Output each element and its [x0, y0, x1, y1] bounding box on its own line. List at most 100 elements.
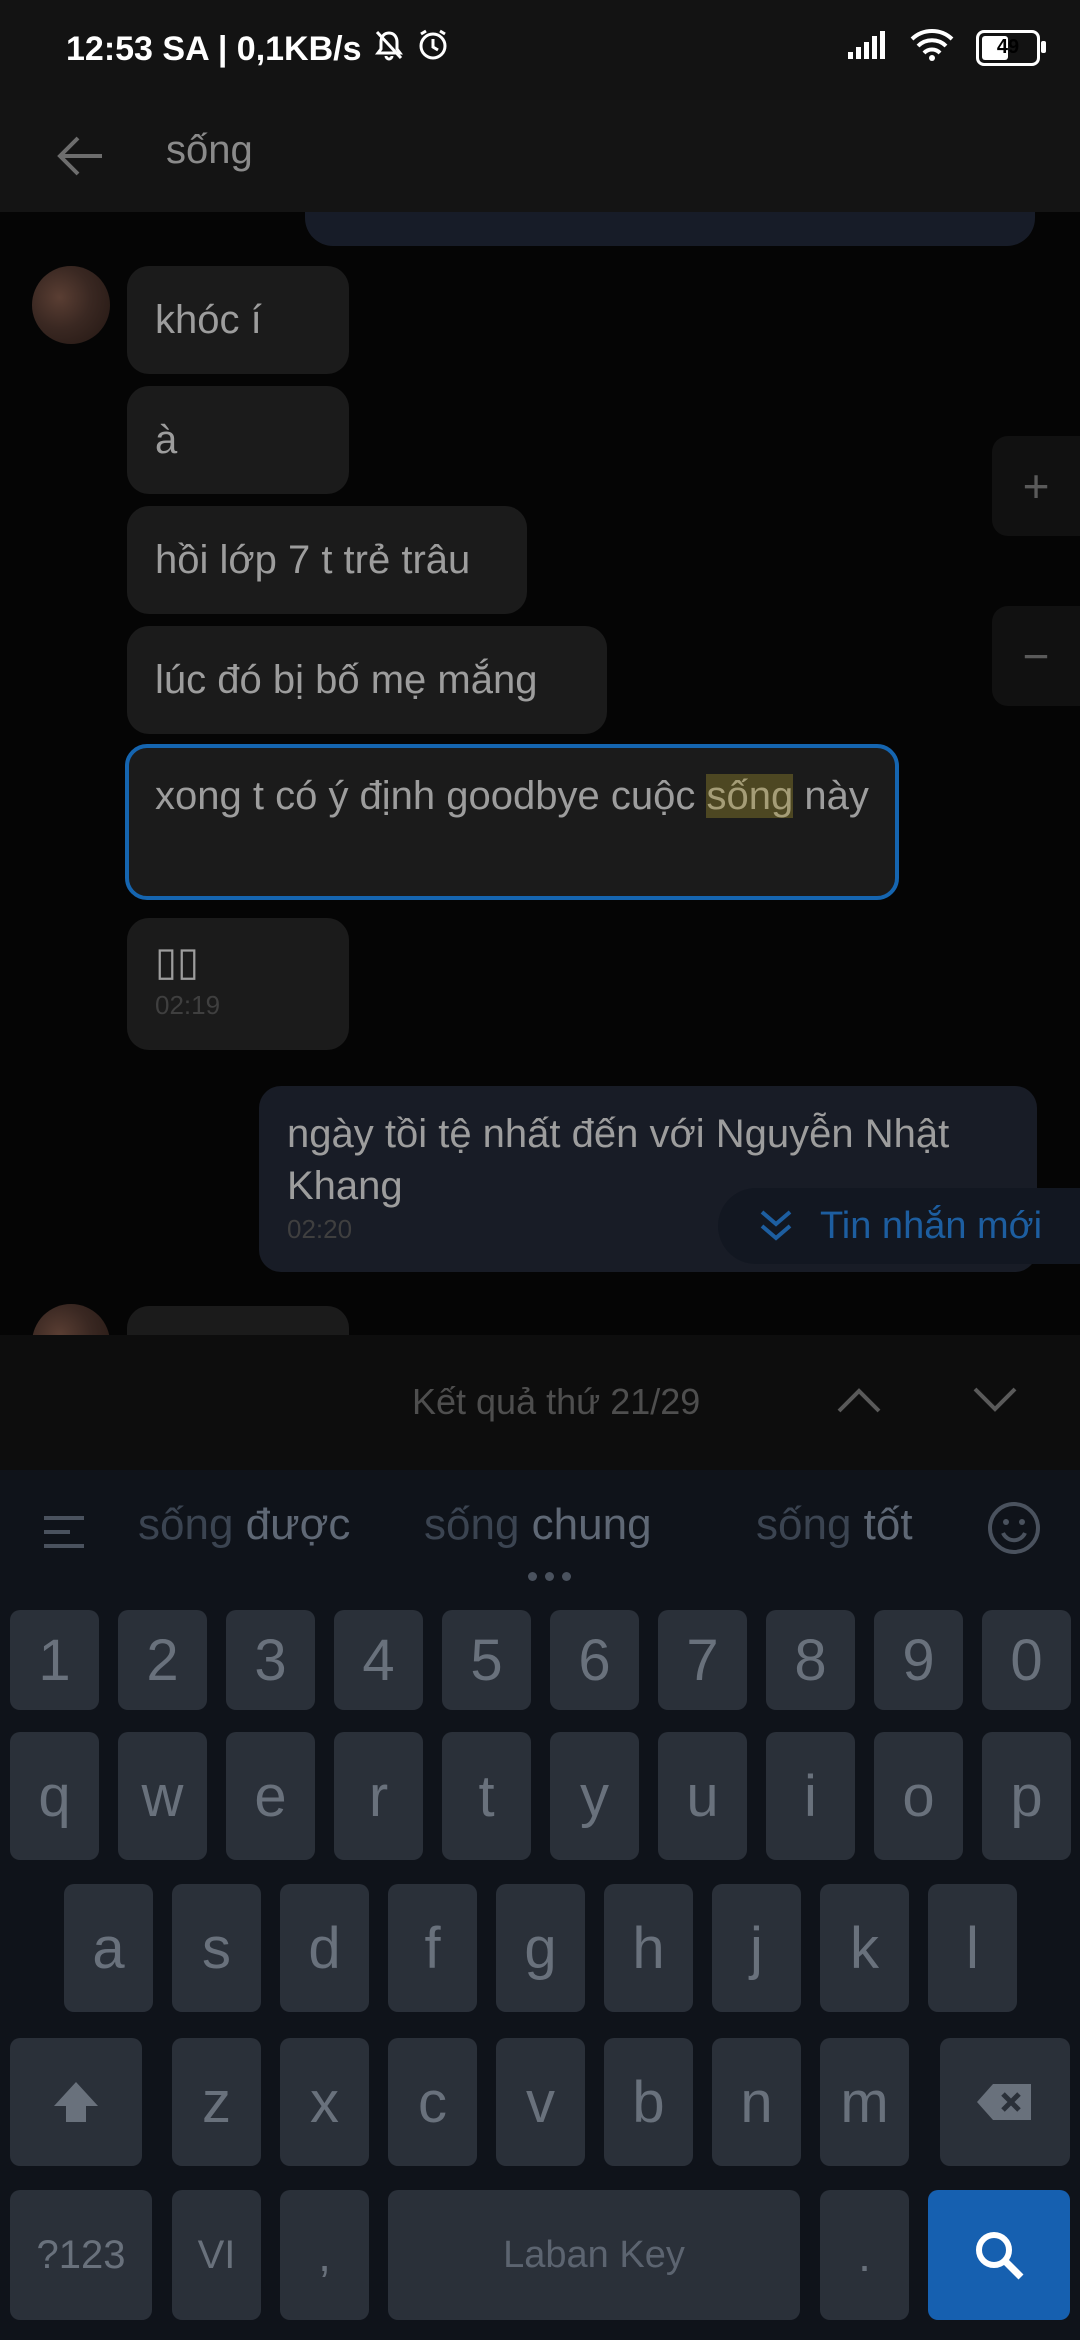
key-8[interactable]: 8 — [766, 1610, 855, 1710]
previous-result-button[interactable] — [824, 1365, 894, 1435]
message-text-continued: này — [793, 774, 869, 818]
key-label: Laban Key — [503, 2233, 685, 2276]
key-0[interactable]: 0 — [982, 1610, 1071, 1710]
key-label: b — [632, 2069, 665, 2135]
result-counter: Kết quả thứ 21/29 — [412, 1381, 701, 1422]
key-h[interactable]: h — [604, 1884, 693, 2012]
key-n[interactable]: n — [712, 2038, 801, 2166]
key-label: m — [840, 2069, 889, 2135]
message-bubble[interactable]: hồi lớp 7 t trẻ trâu — [127, 506, 527, 614]
key-e[interactable]: e — [226, 1732, 315, 1860]
avatar[interactable] — [32, 266, 110, 344]
wifi-icon — [910, 28, 954, 67]
zoom-out-button[interactable]: − — [992, 606, 1080, 706]
key-label: z — [202, 2069, 231, 2135]
emoji-icon[interactable] — [986, 1500, 1042, 1561]
message-bubble[interactable]: khóc í — [127, 266, 349, 374]
key-7[interactable]: 7 — [658, 1610, 747, 1710]
key-label: k — [850, 1915, 879, 1981]
key-label: h — [632, 1915, 665, 1981]
key-x[interactable]: x — [280, 2038, 369, 2166]
search-input[interactable]: sống — [166, 128, 253, 173]
status-left: 12:53 SA | 0,1KB/s — [66, 28, 450, 71]
next-result-button[interactable] — [960, 1365, 1030, 1435]
key-6[interactable]: 6 — [550, 1610, 639, 1710]
chat-area[interactable]: khóc í à hồi lớp 7 t trẻ trâu lúc đó bị … — [0, 212, 1080, 1335]
back-button[interactable] — [44, 120, 116, 192]
message-text: khóc í — [155, 298, 262, 342]
key-v[interactable]: v — [496, 2038, 585, 2166]
key-t[interactable]: t — [442, 1732, 531, 1860]
key-d[interactable]: d — [280, 1884, 369, 2012]
search-key[interactable] — [928, 2190, 1070, 2320]
key-label: r — [368, 1763, 389, 1829]
key-g[interactable]: g — [496, 1884, 585, 2012]
key-l[interactable]: l — [928, 1884, 1017, 2012]
key-label: p — [1010, 1763, 1043, 1829]
key-5[interactable]: 5 — [442, 1610, 531, 1710]
suggestion-prefix: sống — [424, 1500, 520, 1549]
previous-message-bubble[interactable] — [305, 212, 1035, 246]
comma-key[interactable]: , — [280, 2190, 369, 2320]
menu-icon[interactable] — [40, 1508, 88, 1561]
key-label: VI — [197, 2232, 236, 2277]
key-4[interactable]: 4 — [334, 1610, 423, 1710]
key-label: f — [424, 1915, 441, 1981]
message-bubble[interactable] — [127, 1306, 349, 1335]
key-s[interactable]: s — [172, 1884, 261, 2012]
key-y[interactable]: y — [550, 1732, 639, 1860]
minus-icon: − — [1022, 630, 1050, 682]
status-time-network: 12:53 SA | 0,1KB/s — [66, 30, 362, 68]
chevron-down-icon — [973, 1387, 1017, 1412]
key-label: 7 — [686, 1627, 719, 1693]
key-w[interactable]: w — [118, 1732, 207, 1860]
new-message-label: Tin nhắn mới — [820, 1204, 1043, 1247]
more-suggestions-icon[interactable] — [528, 1572, 571, 1581]
key-r[interactable]: r — [334, 1732, 423, 1860]
message-bubble[interactable]: lúc đó bị bố mẹ mắng — [127, 626, 607, 734]
zoom-in-button[interactable]: + — [992, 436, 1080, 536]
key-m[interactable]: m — [820, 2038, 909, 2166]
key-f[interactable]: f — [388, 1884, 477, 2012]
key-3[interactable]: 3 — [226, 1610, 315, 1710]
period-key[interactable]: . — [820, 2190, 909, 2320]
suggestion-1[interactable]: sống được — [138, 1500, 350, 1550]
key-z[interactable]: z — [172, 2038, 261, 2166]
search-header: sống — [0, 100, 1080, 212]
key-q[interactable]: q — [10, 1732, 99, 1860]
key-u[interactable]: u — [658, 1732, 747, 1860]
suggestion-2[interactable]: sống chung — [424, 1500, 652, 1550]
key-b[interactable]: b — [604, 2038, 693, 2166]
space-key[interactable]: Laban Key — [388, 2190, 800, 2320]
message-bubble[interactable]: ▯▯ 02:19 — [127, 918, 349, 1050]
message-text: hồi lớp 7 t trẻ trâu — [155, 538, 471, 582]
message-text: à — [155, 418, 178, 462]
suggestion-3[interactable]: sống tốt — [756, 1500, 913, 1550]
symbols-key[interactable]: ?123 — [10, 2190, 152, 2320]
key-1[interactable]: 1 — [10, 1610, 99, 1710]
backspace-key[interactable] — [940, 2038, 1070, 2166]
language-key[interactable]: VI — [172, 2190, 261, 2320]
selected-message-bubble[interactable]: xong t có ý định goodbye cuộc sống này — [125, 744, 899, 900]
key-9[interactable]: 9 — [874, 1610, 963, 1710]
key-o[interactable]: o — [874, 1732, 963, 1860]
key-label: ?123 — [36, 2232, 126, 2277]
shift-key[interactable] — [10, 2038, 142, 2166]
key-k[interactable]: k — [820, 1884, 909, 2012]
arrow-left-icon — [57, 136, 102, 176]
double-chevron-down-icon — [760, 1210, 792, 1241]
key-2[interactable]: 2 — [118, 1610, 207, 1710]
avatar[interactable] — [32, 1304, 110, 1335]
message-bubble[interactable]: à — [127, 386, 349, 494]
key-i[interactable]: i — [766, 1732, 855, 1860]
key-a[interactable]: a — [64, 1884, 153, 2012]
key-c[interactable]: c — [388, 2038, 477, 2166]
new-message-button[interactable]: Tin nhắn mới — [718, 1188, 1080, 1264]
key-label: v — [526, 2069, 555, 2135]
suggestion-word: được — [245, 1500, 351, 1549]
key-label: d — [308, 1915, 341, 1981]
key-j[interactable]: j — [712, 1884, 801, 2012]
key-label: l — [966, 1915, 979, 1981]
status-right: 49 — [846, 28, 1046, 67]
key-p[interactable]: p — [982, 1732, 1071, 1860]
